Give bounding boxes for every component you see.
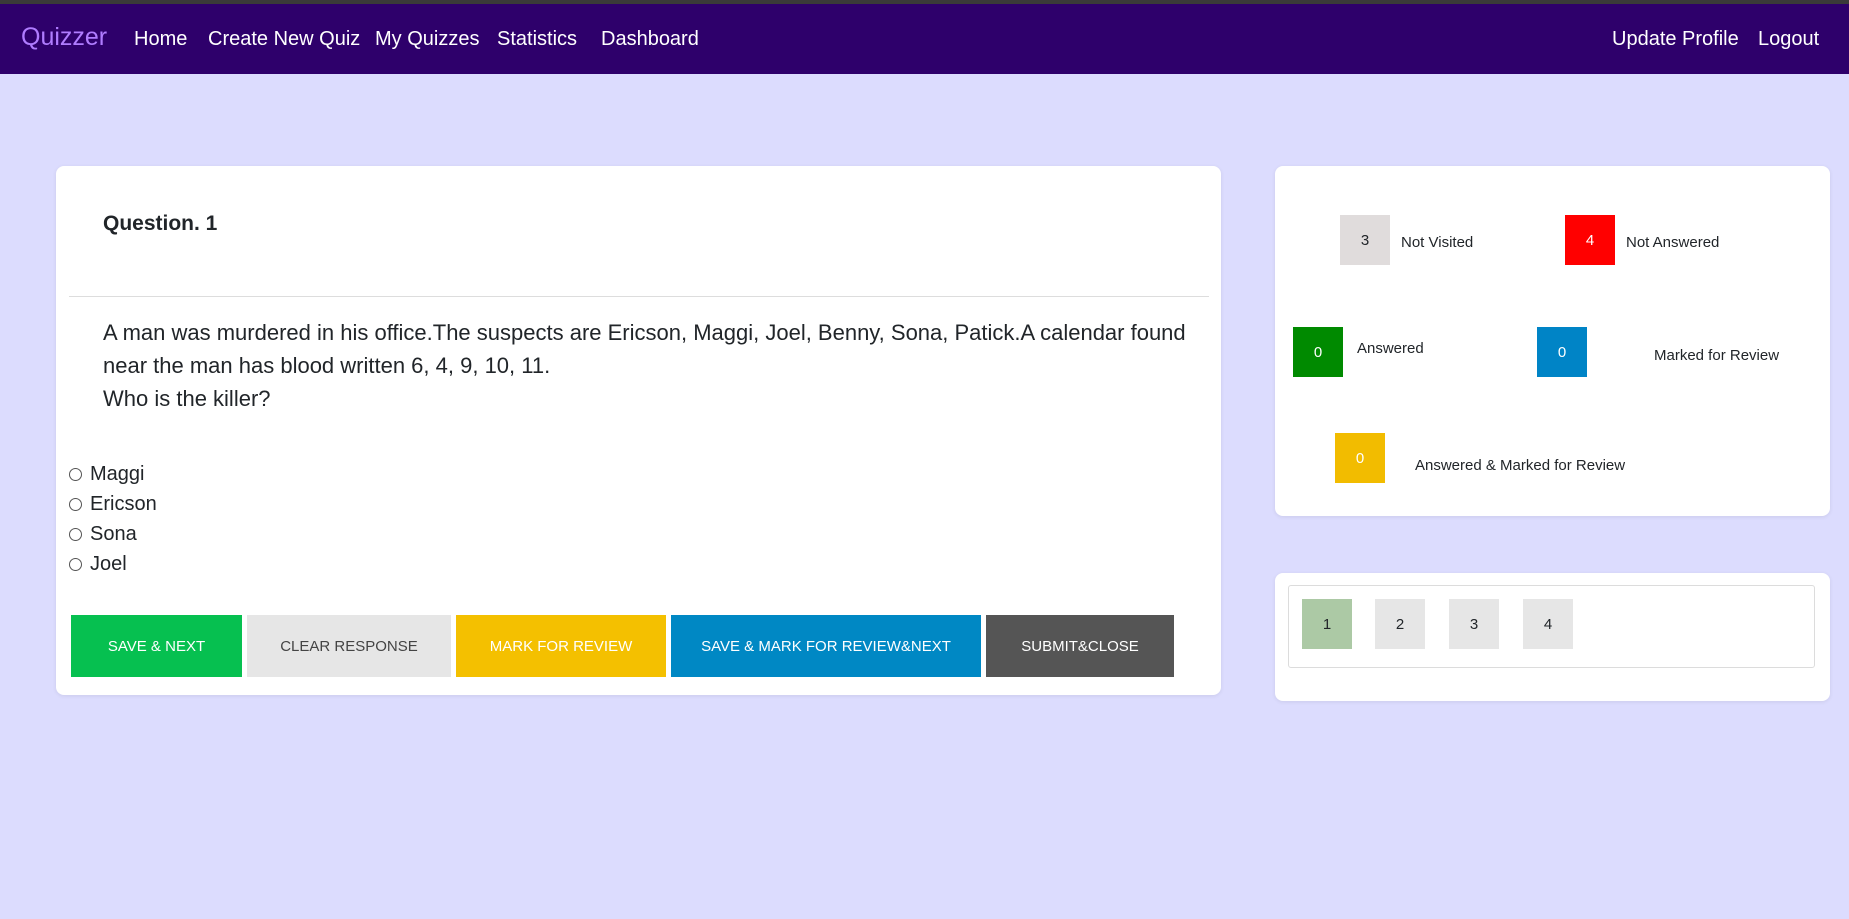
mark-for-review-button[interactable]: MARK FOR REVIEW <box>456 615 666 677</box>
option-maggi[interactable]: Maggi <box>69 462 144 486</box>
question-text: A man was murdered in his office.The sus… <box>103 316 1186 415</box>
question-divider <box>69 296 1209 297</box>
question-title: Question. 1 <box>103 212 218 235</box>
option-label: Sona <box>90 522 137 545</box>
option-label: Ericson <box>90 492 157 515</box>
option-ericson[interactable]: Ericson <box>69 492 157 516</box>
question-number-button[interactable]: 4 <box>1523 599 1573 649</box>
nav-link-create-new-quiz[interactable]: Create New Quiz <box>208 28 360 51</box>
option-joel[interactable]: Joel <box>69 552 127 576</box>
answered-count: 0 <box>1293 327 1343 377</box>
nav-link-home[interactable]: Home <box>134 28 187 51</box>
question-number-button[interactable]: 3 <box>1449 599 1499 649</box>
question-number-button[interactable]: 1 <box>1302 599 1352 649</box>
save-mark-review-next-button[interactable]: SAVE & MARK FOR REVIEW&NEXT <box>671 615 981 677</box>
radio-button[interactable] <box>69 467 82 481</box>
submit-close-button[interactable]: SUBMIT&CLOSE <box>986 615 1174 677</box>
marked-review-label: Marked for Review <box>1654 347 1780 364</box>
brand-logo[interactable]: Quizzer <box>21 23 107 52</box>
answered-marked-label: Answered & Marked for Review <box>1415 457 1626 474</box>
navbar: Quizzer Home Create New Quiz My Quizzes … <box>0 4 1849 74</box>
not-visited-label: Not Visited <box>1401 234 1474 251</box>
option-label: Joel <box>90 552 127 575</box>
radio-button[interactable] <box>69 527 82 541</box>
not-answered-count: 4 <box>1565 215 1615 265</box>
radio-button[interactable] <box>69 497 82 511</box>
save-next-button[interactable]: SAVE & NEXT <box>71 615 242 677</box>
marked-review-count: 0 <box>1537 327 1587 377</box>
not-answered-label: Not Answered <box>1626 234 1720 251</box>
question-text-line: Who is the killer? <box>103 386 271 411</box>
nav-link-dashboard[interactable]: Dashboard <box>601 28 699 51</box>
question-text-line: near the man has blood written 6, 4, 9, … <box>103 353 551 378</box>
nav-link-statistics[interactable]: Statistics <box>497 28 577 51</box>
nav-link-logout[interactable]: Logout <box>1758 28 1819 51</box>
nav-link-my-quizzes[interactable]: My Quizzes <box>375 28 479 51</box>
nav-link-update-profile[interactable]: Update Profile <box>1612 28 1739 51</box>
option-label: Maggi <box>90 462 145 485</box>
question-text-line: A man was murdered in his office.The sus… <box>103 320 1186 345</box>
radio-button[interactable] <box>69 557 82 571</box>
answered-label: Answered <box>1357 340 1424 357</box>
question-number-button[interactable]: 2 <box>1375 599 1425 649</box>
not-visited-count: 3 <box>1340 215 1390 265</box>
clear-response-button[interactable]: CLEAR RESPONSE <box>247 615 451 677</box>
answered-marked-count: 0 <box>1335 433 1385 483</box>
option-sona[interactable]: Sona <box>69 522 137 546</box>
